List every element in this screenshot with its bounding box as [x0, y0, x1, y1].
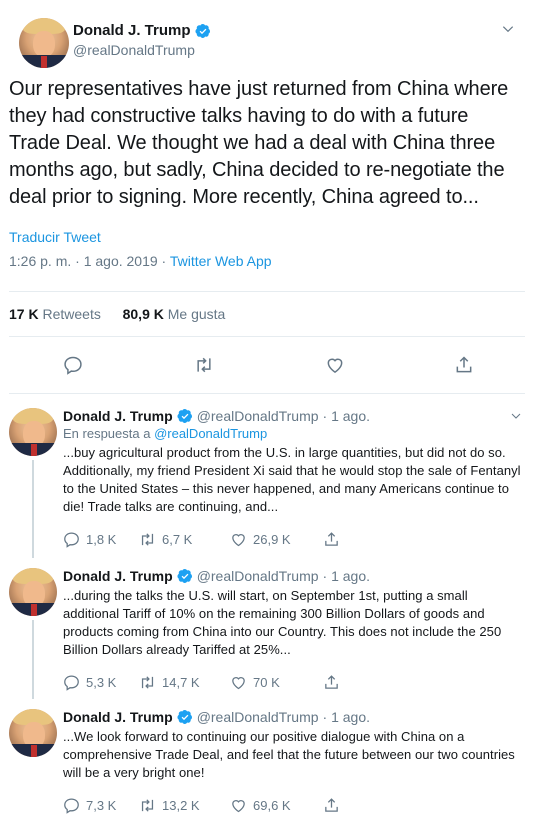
retweet-count: 13,2 K	[162, 797, 200, 813]
like-button[interactable]: 70 K	[230, 674, 323, 691]
reply-tweet[interactable]: Donald J. Trump @realDonaldTrump · 1 ago…	[0, 394, 534, 558]
share-icon	[325, 531, 338, 546]
reply-button[interactable]: 7,3 K	[63, 797, 139, 814]
author-handle[interactable]: @realDonaldTrump	[197, 568, 319, 584]
reply-actions: 7,3 K 13,2 K 69,6 K	[63, 794, 522, 816]
tweet-date[interactable]: · 1 ago.	[323, 408, 370, 424]
tweet-source[interactable]: Twitter Web App	[170, 253, 272, 269]
reply-text: ...buy agricultural product from the U.S…	[63, 445, 521, 514]
verified-badge-icon	[194, 23, 210, 38]
share-button[interactable]	[323, 797, 340, 814]
reply-header: Donald J. Trump @realDonaldTrump · 1 ago…	[63, 695, 522, 725]
like-icon	[232, 799, 245, 812]
reply-icon	[64, 674, 79, 691]
tweet-timestamp[interactable]: 1:26 p. m. · 1 ago. 2019 ·	[9, 253, 170, 269]
share-icon	[325, 674, 338, 689]
main-tweet-header: Donald J. Trump @realDonaldTrump	[9, 0, 525, 70]
like-count: 70 K	[253, 674, 280, 690]
author-name[interactable]: Donald J. Trump	[73, 22, 191, 39]
retweet-count: 6,7 K	[162, 531, 193, 547]
tweet-stats: 17 K Retweets 80,9 K Me gusta	[9, 292, 525, 336]
reply-icon	[64, 797, 79, 814]
reply-text: ...during the talks the U.S. will start,…	[63, 588, 502, 657]
main-tweet: Donald J. Trump @realDonaldTrump Our rep…	[0, 0, 534, 394]
verified-badge-icon	[177, 409, 192, 423]
main-tweet-actions	[9, 337, 525, 393]
reply-header: Donald J. Trump @realDonaldTrump · 1 ago…	[63, 394, 522, 424]
chevron-down-icon[interactable]	[510, 410, 522, 422]
avatar[interactable]	[9, 408, 57, 456]
like-count: 69,6 K	[253, 797, 291, 813]
author-handle[interactable]: @realDonaldTrump	[197, 709, 319, 725]
like-button[interactable]: 69,6 K	[230, 797, 323, 814]
verified-badge-icon	[177, 569, 192, 583]
retweet-button[interactable]: 13,2 K	[139, 797, 230, 814]
avatar[interactable]	[9, 568, 57, 616]
like-icon	[232, 533, 245, 546]
thread-line	[32, 620, 34, 699]
reply-actions: 5,3 K 14,7 K 70 K	[63, 671, 522, 693]
reply-count: 5,3 K	[86, 674, 117, 690]
reply-icon	[64, 531, 79, 548]
avatar[interactable]	[19, 18, 69, 68]
reply-count: 7,3 K	[86, 797, 117, 813]
like-count: 26,9 K	[253, 531, 291, 547]
retweet-count: 14,7 K	[162, 674, 200, 690]
like-icon	[232, 676, 245, 689]
retweet-icon	[141, 532, 154, 546]
author-block[interactable]: Donald J. Trump @realDonaldTrump	[73, 22, 211, 58]
tweet-date[interactable]: · 1 ago.	[323, 709, 370, 725]
verified-badge-icon	[177, 710, 192, 724]
retweet-icon	[141, 675, 154, 689]
tweet-text: Our representatives have just returned f…	[9, 78, 514, 208]
author-handle[interactable]: @realDonaldTrump	[197, 408, 319, 424]
share-button[interactable]	[323, 531, 340, 548]
in-reply-handle-link[interactable]: @realDonaldTrump	[154, 426, 267, 441]
retweet-button[interactable]: 6,7 K	[139, 531, 230, 548]
like-icon[interactable]	[325, 355, 345, 375]
tweet-meta: 1:26 p. m. · 1 ago. 2019 · Twitter Web A…	[9, 253, 525, 269]
retweet-icon[interactable]	[194, 355, 214, 375]
retweet-icon	[141, 798, 154, 812]
thread-line	[32, 460, 34, 558]
chevron-down-icon[interactable]	[501, 22, 515, 36]
author-name[interactable]: Donald J. Trump	[63, 709, 173, 725]
reply-tweet[interactable]: Donald J. Trump @realDonaldTrump · 1 ago…	[0, 554, 534, 699]
in-reply-to: En respuesta a @realDonaldTrump	[63, 426, 268, 441]
likes-stat[interactable]: 80,9 K Me gusta	[123, 306, 226, 322]
reply-button[interactable]: 5,3 K	[63, 674, 139, 691]
avatar[interactable]	[9, 709, 57, 757]
reply-text: ...We look forward to continuing our pos…	[63, 729, 515, 780]
share-icon	[325, 797, 338, 812]
reply-actions: 1,8 K 6,7 K 26,9 K	[63, 528, 522, 550]
author-handle[interactable]: @realDonaldTrump	[73, 42, 211, 58]
like-button[interactable]: 26,9 K	[230, 531, 323, 548]
author-name[interactable]: Donald J. Trump	[63, 408, 173, 424]
retweets-stat[interactable]: 17 K Retweets	[9, 306, 101, 322]
share-button[interactable]	[323, 674, 340, 691]
translate-link[interactable]: Traducir Tweet	[9, 229, 525, 245]
retweet-button[interactable]: 14,7 K	[139, 674, 230, 691]
reply-count: 1,8 K	[86, 531, 117, 547]
tweet-date[interactable]: · 1 ago.	[323, 568, 370, 584]
reply-button[interactable]: 1,8 K	[63, 531, 139, 548]
share-icon[interactable]	[454, 355, 474, 375]
tweet-thread-page: Donald J. Trump @realDonaldTrump Our rep…	[0, 0, 534, 814]
reply-icon[interactable]	[63, 355, 83, 375]
reply-header: Donald J. Trump @realDonaldTrump · 1 ago…	[63, 554, 522, 584]
author-name[interactable]: Donald J. Trump	[63, 568, 173, 584]
